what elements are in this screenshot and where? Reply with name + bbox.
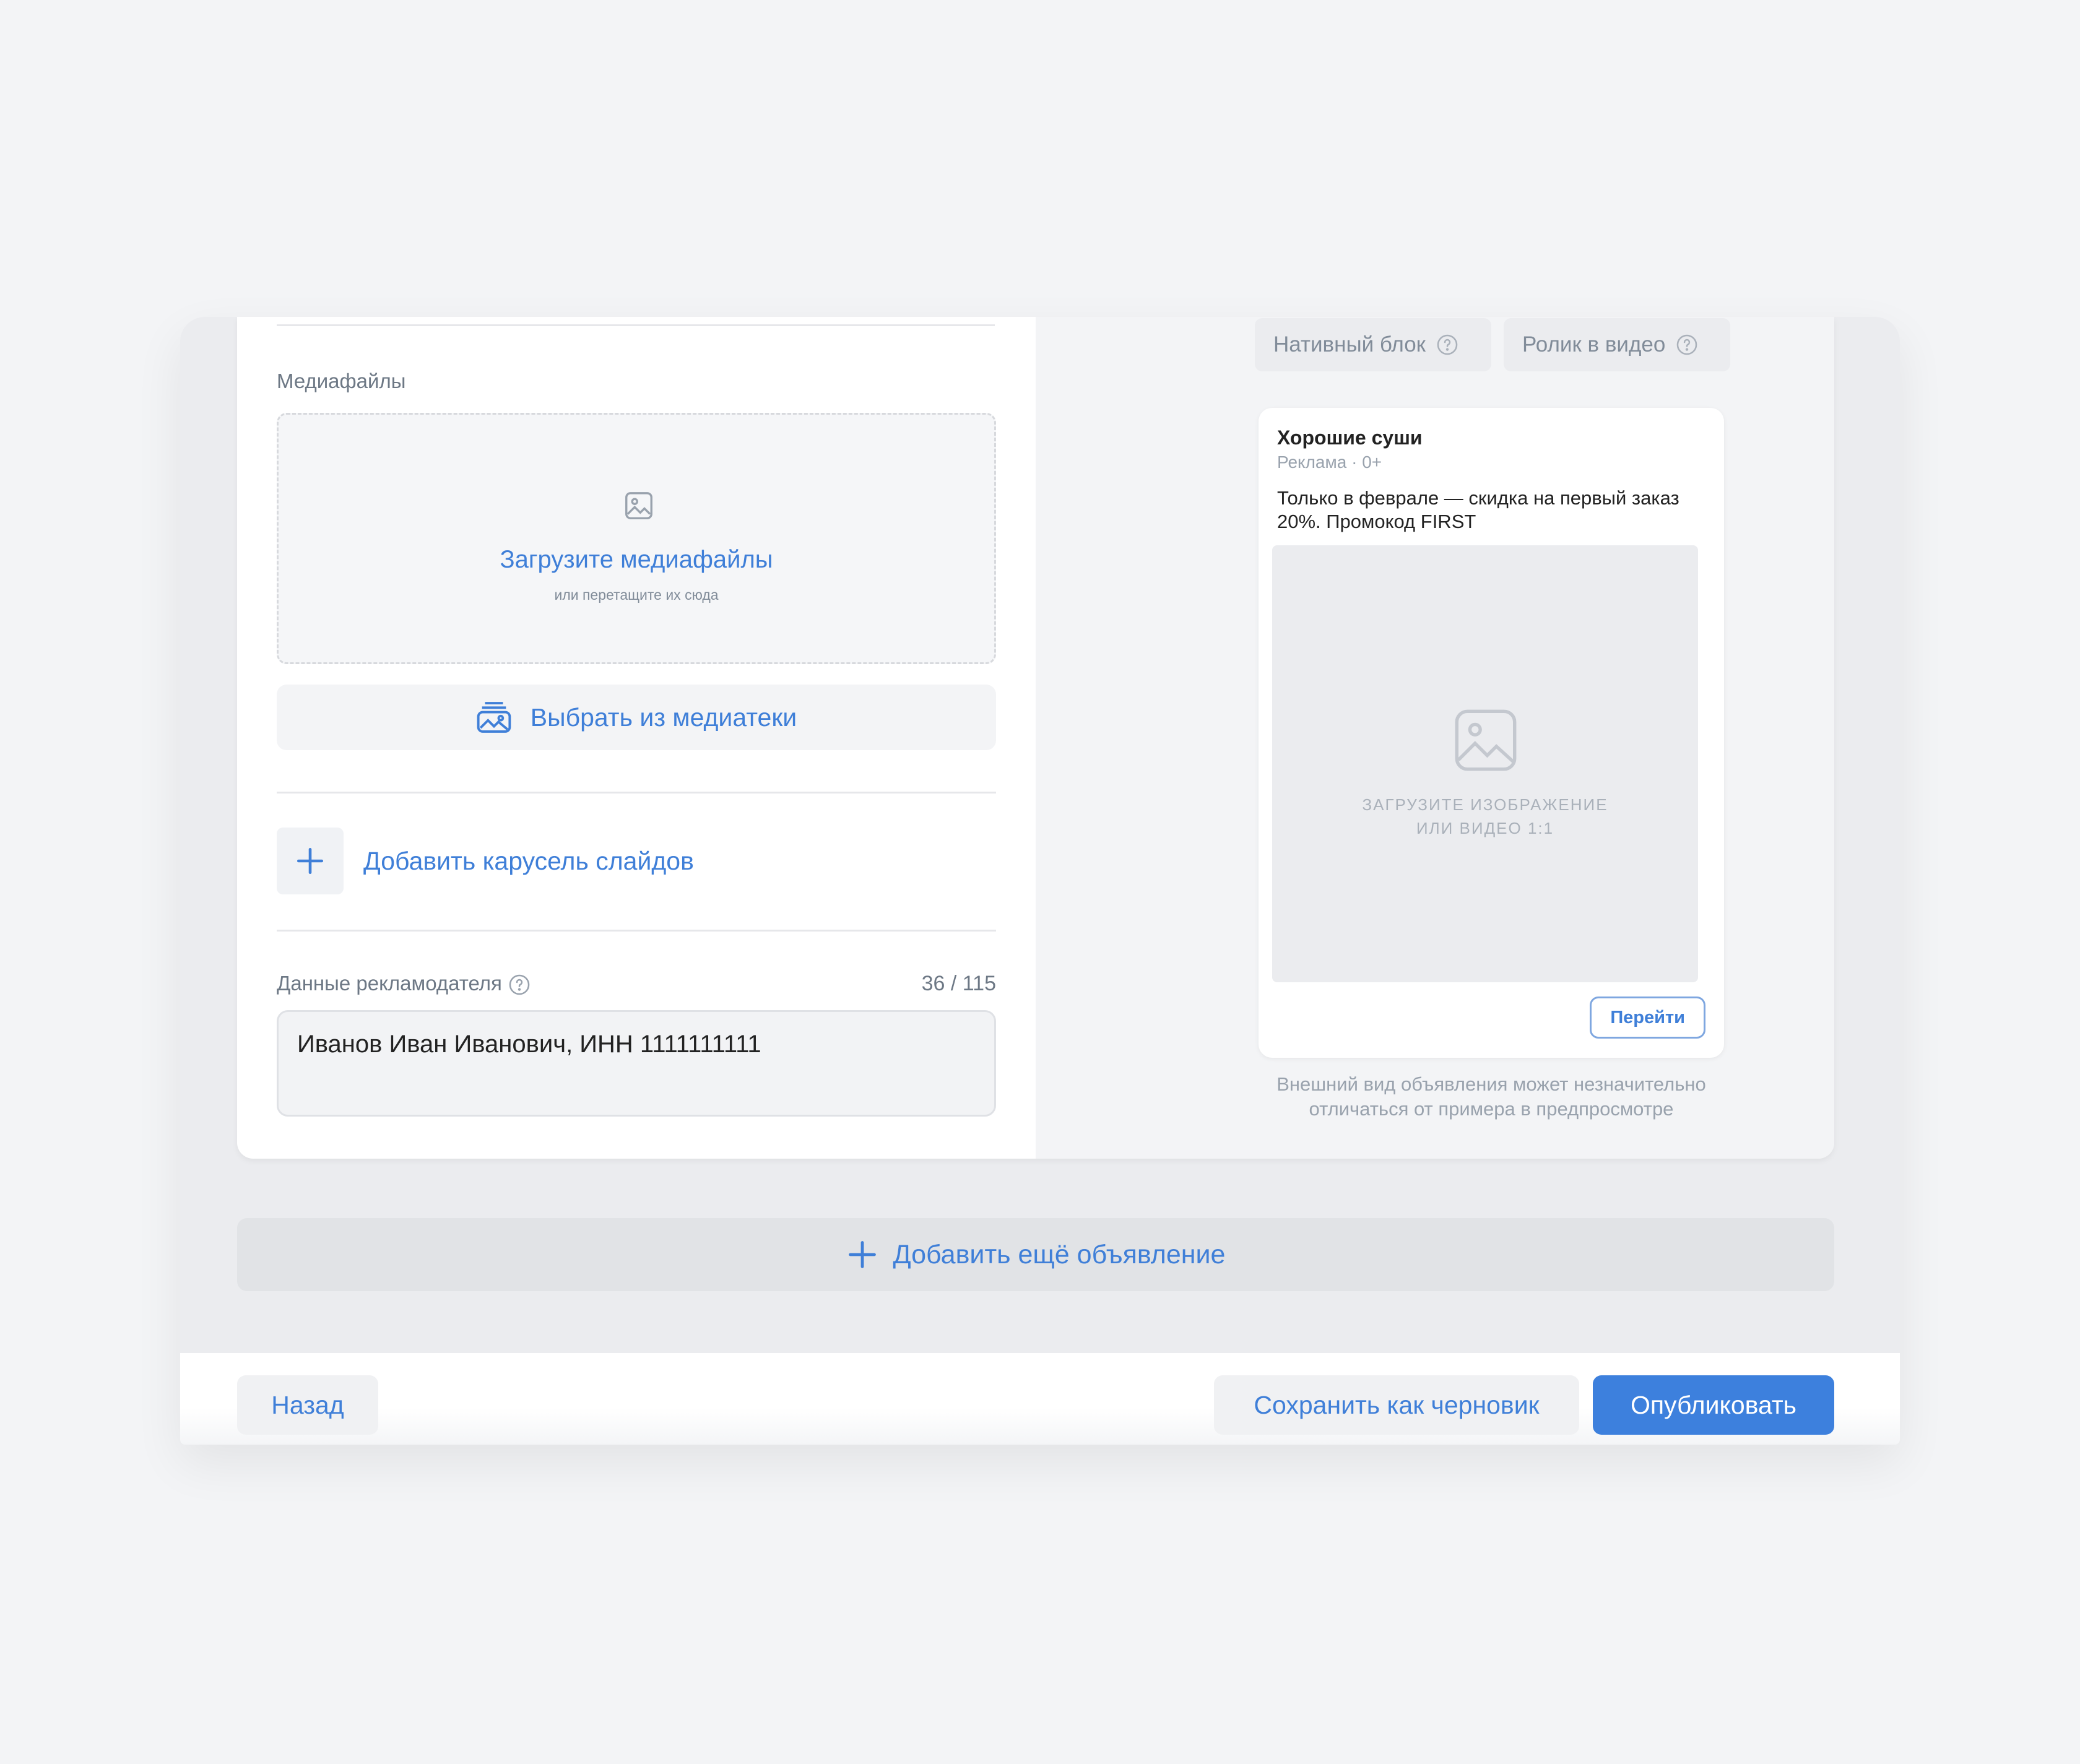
ad-form-card: Медиафайлы Загрузите медиафайлы или пере… — [237, 317, 1834, 1159]
ad-image-placeholder: ЗАГРУЗИТЕ ИЗОБРАЖЕНИЕ ИЛИ ВИДЕО 1:1 — [1272, 545, 1698, 982]
tab-video-roll-label: Ролик в видео — [1522, 332, 1666, 357]
back-button[interactable]: Назад — [237, 1375, 378, 1435]
upload-subtitle: или перетащите их сюда — [554, 587, 719, 603]
media-label: Медиафайлы — [277, 370, 406, 392]
advertiser-input[interactable]: Иванов Иван Иванович, ИНН 1111111111 — [277, 1010, 996, 1117]
ad-editor-window: Медиафайлы Загрузите медиафайлы или пере… — [180, 317, 1900, 1445]
ad-image-caption-line: ИЛИ ВИДЕО 1:1 — [1416, 819, 1554, 837]
ad-title: Хорошие суши — [1277, 426, 1423, 449]
choose-from-library-label: Выбрать из медиатеки — [530, 703, 797, 732]
plus-icon — [277, 828, 344, 894]
ad-image-caption-line: ЗАГРУЗИТЕ ИЗОБРАЖЕНИЕ — [1362, 795, 1608, 814]
divider — [277, 324, 995, 326]
advertiser-input-value[interactable]: Иванов Иван Иванович, ИНН 1111111111 — [297, 1031, 761, 1058]
advertiser-label-row: Данные рекламодателя — [277, 972, 531, 997]
advertiser-char-counter: 36 / 115 — [921, 972, 996, 995]
advertiser-label: Данные рекламодателя — [277, 972, 502, 995]
add-another-ad-button[interactable]: Добавить ещё объявление — [237, 1218, 1834, 1291]
media-upload-dropzone[interactable]: Загрузите медиафайлы или перетащите их с… — [277, 413, 996, 664]
add-carousel-button[interactable]: Добавить карусель слайдов — [277, 828, 694, 894]
question-circle-icon[interactable] — [508, 973, 531, 997]
choose-from-library-button[interactable]: Выбрать из медиатеки — [277, 685, 996, 750]
save-draft-button[interactable]: Сохранить как черновик — [1214, 1375, 1579, 1435]
image-icon — [625, 492, 652, 519]
ad-meta: Реклама · 0+ — [1277, 452, 1382, 472]
add-another-ad-label: Добавить ещё объявление — [893, 1239, 1226, 1269]
image-icon — [1455, 709, 1517, 771]
ad-image-caption: ЗАГРУЗИТЕ ИЗОБРАЖЕНИЕ ИЛИ ВИДЕО 1:1 — [1272, 793, 1698, 840]
tab-video-roll[interactable]: Ролик в видео — [1504, 318, 1730, 371]
ad-text: Только в феврале — скидка на первый зака… — [1277, 487, 1679, 532]
ad-go-button[interactable]: Перейти — [1590, 997, 1705, 1039]
plus-icon — [848, 1241, 876, 1268]
question-circle-icon[interactable] — [1436, 333, 1459, 357]
divider — [277, 792, 996, 793]
add-carousel-label: Добавить карусель слайдов — [363, 846, 694, 875]
publish-button[interactable]: Опубликовать — [1593, 1375, 1834, 1435]
ad-preview-card: Хорошие суши Реклама · 0+ Только в февра… — [1259, 408, 1724, 1058]
preview-note: Внешний вид объявления может незначитель… — [1276, 1073, 1706, 1120]
divider — [277, 930, 996, 932]
tab-native-block[interactable]: Нативный блок — [1255, 318, 1491, 371]
tab-native-block-label: Нативный блок — [1273, 332, 1426, 357]
gallery-icon — [477, 702, 511, 733]
question-circle-icon[interactable] — [1675, 333, 1699, 357]
upload-title[interactable]: Загрузите медиафайлы — [279, 546, 994, 574]
